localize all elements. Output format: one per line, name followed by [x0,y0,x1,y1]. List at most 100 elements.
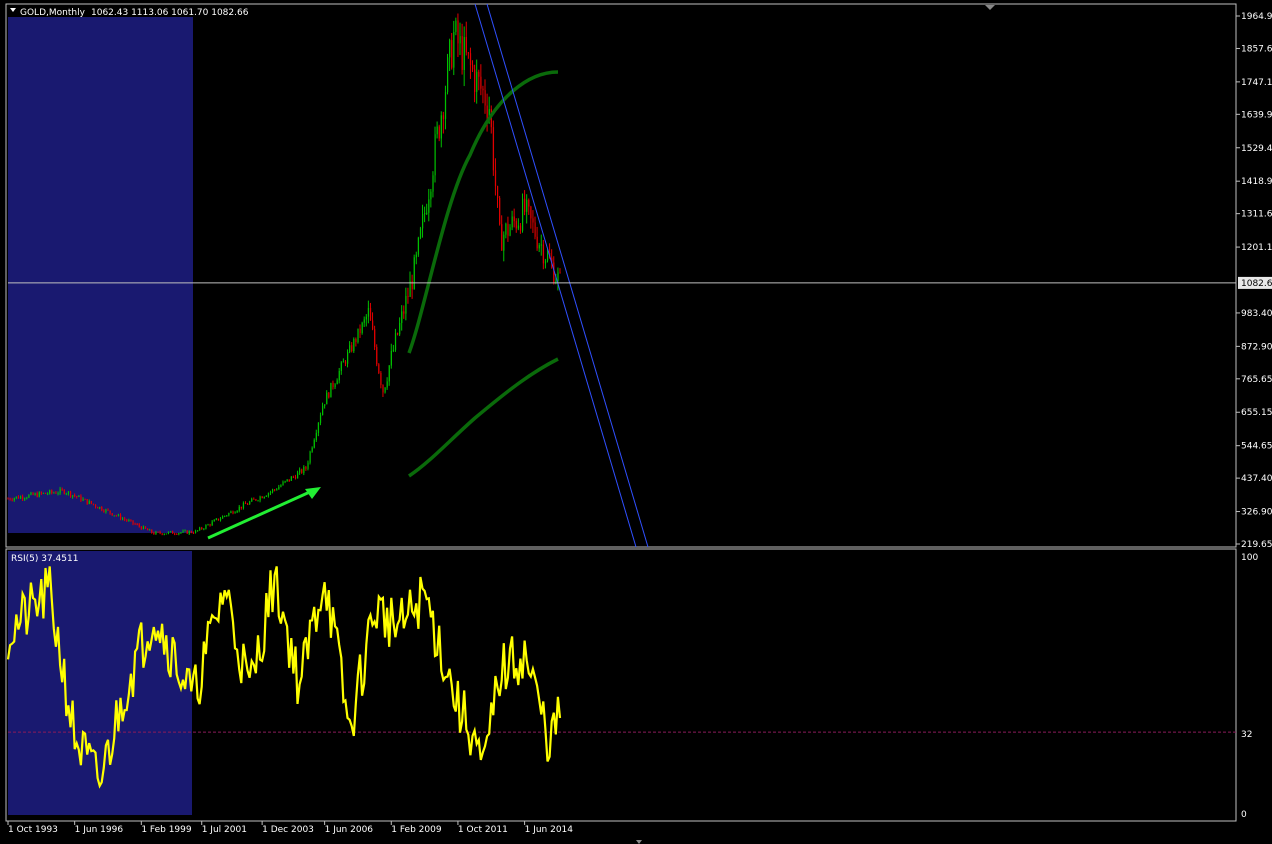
candle-body [430,191,432,200]
candle-body [517,225,520,229]
candle-body [457,20,459,44]
candle-body [342,361,345,363]
candle-body [63,489,65,494]
candle-body [238,506,240,511]
candle-body [313,439,315,448]
candle-body [74,495,76,497]
candle-body [476,71,478,92]
candle-body [161,533,163,535]
candle-body [288,479,290,481]
candle-body [76,496,78,498]
ohlc-label: 1062.43 1113.06 1061.70 1082.66 [91,8,249,18]
candle-body [263,496,265,499]
candle-body [390,350,392,366]
time-tick-label: 1 Jun 1996 [75,825,124,835]
candle-body [59,488,61,494]
candle-body [440,115,442,139]
candle-body [334,384,336,388]
candle-body [51,490,53,493]
candle-body [432,175,434,192]
candle-body [226,515,228,517]
candle-body [140,526,143,530]
price-tick-label: 1529.4 [1241,144,1272,154]
candle-body [278,486,280,490]
candle-body [494,170,497,187]
candle-body [422,214,424,229]
candle-body [36,493,38,497]
candle-body [117,514,120,516]
candle-body [207,524,209,526]
candle-body [472,64,474,70]
candle-body [159,531,161,534]
candle-body [34,493,36,495]
candle-body [367,308,370,317]
candle-body [403,311,405,314]
candle-body [380,372,382,385]
candle-body [124,518,126,520]
candle-body [72,495,74,497]
candle-body [544,260,547,264]
candle-body [292,476,295,478]
candle-body [13,498,15,501]
candle-body [57,493,59,495]
candle-body [330,382,332,398]
candle-body [24,498,26,500]
candle-body [401,311,403,323]
candle-body [151,529,153,533]
candle-body [532,218,534,223]
rsi-level-100: 100 [1241,553,1258,563]
candle-body [167,531,170,534]
candle-body [459,36,461,44]
candle-body [469,53,472,65]
candle-body [269,491,272,494]
candle-body [203,528,205,530]
candle-body [53,492,55,494]
candle-body [190,531,193,533]
candle-body [222,516,224,519]
price-tick-label: 1639.9 [1241,110,1272,120]
candle-body [284,480,286,483]
candle-body [103,510,105,512]
candle-body [174,533,176,535]
candle-body [480,76,482,89]
candle-body [407,296,409,298]
candle-body [272,489,274,492]
candle-body [55,492,57,494]
candle-body [7,498,9,500]
candle-body [242,502,245,509]
price-tick-label: 983.40 [1241,309,1272,319]
candle-body [465,37,467,53]
candle-body [528,199,530,207]
candle-body [372,320,374,330]
candle-body [307,462,309,469]
candle-body [542,244,545,264]
candle-body [17,496,20,499]
candle-body [399,322,401,335]
candle-body [536,236,538,249]
candle-body [192,532,195,534]
shaded-region-price [8,17,193,533]
candle-body [357,328,359,342]
price-tick-label: 1857.6 [1241,44,1272,54]
symbol-label: GOLD,Monthly [20,8,86,18]
candle-body [38,492,40,497]
candle-body [526,199,528,212]
candle-body [184,530,186,532]
candle-body [157,531,159,533]
candle-body [405,296,407,314]
scroll-marker-icon [636,840,642,844]
candle-body [311,447,313,452]
candle-body [22,496,24,500]
candle-body [88,500,90,504]
candle-body [101,506,103,511]
current-price-label: 1082.6 [1241,279,1272,289]
candle-body [61,488,63,490]
price-tick-label: 437.40 [1241,474,1272,484]
chart-canvas[interactable]: 1082.6 1964.9 1857.6 1747.15 1639.9 1529.4 14… [0,0,1272,844]
candle-body [265,495,267,497]
candle-body [257,500,259,502]
candle-body [215,518,218,520]
price-tick-label: 1201.1 [1241,243,1272,253]
candle-body [349,345,351,353]
candle-body [109,510,111,514]
